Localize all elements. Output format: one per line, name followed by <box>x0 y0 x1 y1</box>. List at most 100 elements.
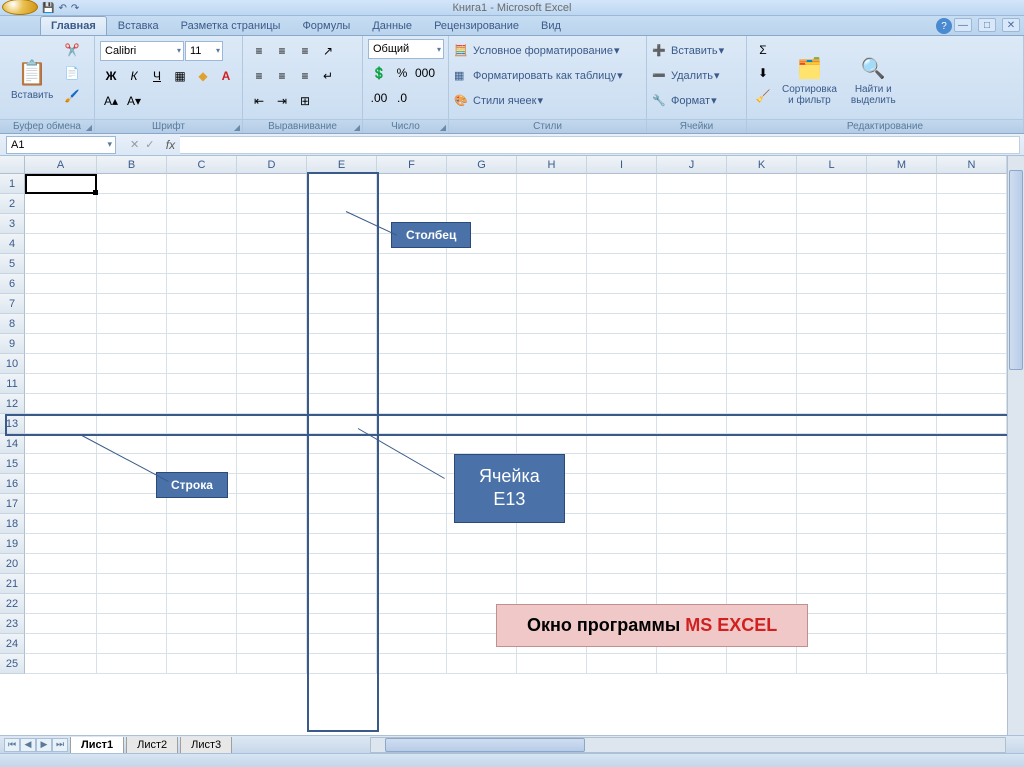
cell[interactable] <box>797 394 867 414</box>
cell[interactable] <box>727 314 797 334</box>
cell[interactable] <box>937 634 1007 654</box>
cut-icon[interactable]: ✂️ <box>61 39 83 61</box>
percent-icon[interactable]: % <box>391 62 413 84</box>
office-button[interactable] <box>2 0 38 15</box>
column-header[interactable]: M <box>867 156 937 174</box>
cell[interactable] <box>25 394 97 414</box>
font-color-icon[interactable]: A <box>215 65 237 87</box>
cell[interactable] <box>867 434 937 454</box>
cell[interactable] <box>657 534 727 554</box>
cell[interactable] <box>237 474 307 494</box>
cell[interactable] <box>657 174 727 194</box>
cell[interactable] <box>727 214 797 234</box>
grow-font-icon[interactable]: A▴ <box>100 90 122 112</box>
cell[interactable] <box>377 594 447 614</box>
italic-button[interactable]: К <box>123 65 145 87</box>
cell[interactable] <box>657 294 727 314</box>
cell[interactable] <box>657 354 727 374</box>
cell[interactable] <box>587 354 657 374</box>
formula-input[interactable] <box>180 136 1020 154</box>
cell[interactable] <box>447 354 517 374</box>
cell[interactable] <box>797 294 867 314</box>
column-header[interactable]: H <box>517 156 587 174</box>
cell[interactable] <box>867 514 937 534</box>
help-icon[interactable]: ? <box>936 18 952 34</box>
save-icon[interactable]: 💾 <box>42 3 54 14</box>
cell[interactable] <box>867 334 937 354</box>
cell[interactable] <box>167 414 237 434</box>
cell[interactable] <box>25 334 97 354</box>
row-header[interactable]: 20 <box>0 554 25 574</box>
cell[interactable] <box>797 274 867 294</box>
cell[interactable] <box>237 534 307 554</box>
increase-indent-icon[interactable]: ⇥ <box>271 90 293 112</box>
tab-nav-first-icon[interactable]: ⏮ <box>4 738 20 752</box>
paste-button[interactable]: 📋 Вставить <box>5 39 59 119</box>
cell[interactable] <box>167 594 237 614</box>
clear-icon[interactable]: 🧹 <box>752 85 774 107</box>
cell[interactable] <box>657 334 727 354</box>
cell[interactable] <box>307 574 377 594</box>
cell[interactable] <box>447 334 517 354</box>
cell[interactable] <box>237 454 307 474</box>
cell[interactable] <box>307 254 377 274</box>
horizontal-scrollbar[interactable] <box>370 737 1006 753</box>
cell[interactable] <box>657 474 727 494</box>
row-header[interactable]: 25 <box>0 654 25 674</box>
cell[interactable] <box>657 414 727 434</box>
row-header[interactable]: 10 <box>0 354 25 374</box>
cell[interactable] <box>377 194 447 214</box>
column-header[interactable]: B <box>97 156 167 174</box>
cell[interactable] <box>797 174 867 194</box>
cell[interactable] <box>657 274 727 294</box>
cell[interactable] <box>25 174 97 194</box>
cell[interactable] <box>377 314 447 334</box>
cell[interactable] <box>517 194 587 214</box>
hscroll-thumb[interactable] <box>385 738 585 752</box>
cell[interactable] <box>237 554 307 574</box>
cell[interactable] <box>867 294 937 314</box>
cell[interactable] <box>25 494 97 514</box>
cell[interactable] <box>447 534 517 554</box>
cell[interactable] <box>25 234 97 254</box>
tab-insert[interactable]: Вставка <box>107 16 170 35</box>
cell[interactable] <box>25 454 97 474</box>
dialog-launcher-icon[interactable]: ◢ <box>354 123 360 132</box>
cell[interactable] <box>167 554 237 574</box>
cell[interactable] <box>727 654 797 674</box>
cell[interactable] <box>307 614 377 634</box>
cell[interactable] <box>937 274 1007 294</box>
sheet-tab-3[interactable]: Лист3 <box>180 737 232 754</box>
cell[interactable] <box>587 414 657 434</box>
cell[interactable] <box>867 174 937 194</box>
cell[interactable] <box>25 594 97 614</box>
cell[interactable] <box>97 454 167 474</box>
cell[interactable] <box>587 574 657 594</box>
cell[interactable] <box>307 334 377 354</box>
cell[interactable] <box>517 554 587 574</box>
cell[interactable] <box>657 234 727 254</box>
minimize-button[interactable]: — <box>954 18 972 32</box>
cell[interactable] <box>377 514 447 534</box>
row-header[interactable]: 3 <box>0 214 25 234</box>
cell[interactable] <box>587 274 657 294</box>
cell[interactable] <box>377 474 447 494</box>
column-header[interactable]: I <box>587 156 657 174</box>
cell[interactable] <box>237 354 307 374</box>
align-middle-icon[interactable]: ≡ <box>271 40 293 62</box>
cell[interactable] <box>97 374 167 394</box>
cell[interactable] <box>797 254 867 274</box>
column-header[interactable]: K <box>727 156 797 174</box>
cell[interactable] <box>307 214 377 234</box>
cell[interactable] <box>25 274 97 294</box>
cell[interactable] <box>447 394 517 414</box>
cell[interactable] <box>517 254 587 274</box>
row-header[interactable]: 11 <box>0 374 25 394</box>
cell[interactable] <box>167 194 237 214</box>
cell[interactable] <box>587 534 657 554</box>
cell[interactable] <box>657 494 727 514</box>
cell[interactable] <box>307 474 377 494</box>
cell[interactable] <box>727 194 797 214</box>
cell[interactable] <box>587 314 657 334</box>
cell[interactable] <box>167 434 237 454</box>
